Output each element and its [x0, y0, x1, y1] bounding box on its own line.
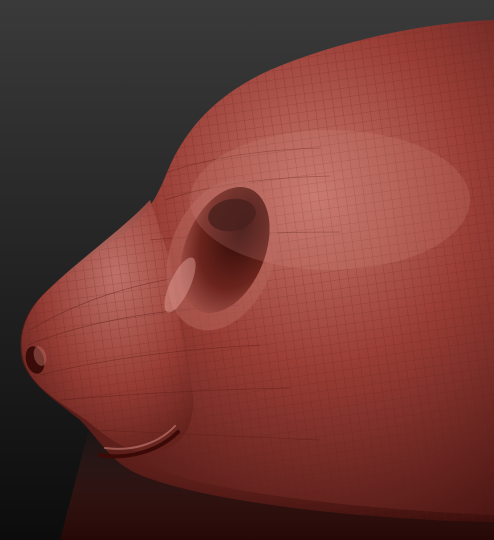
viewport-3d[interactable] [0, 0, 494, 540]
sculpt-render [0, 0, 494, 540]
brow-highlight [190, 130, 470, 270]
